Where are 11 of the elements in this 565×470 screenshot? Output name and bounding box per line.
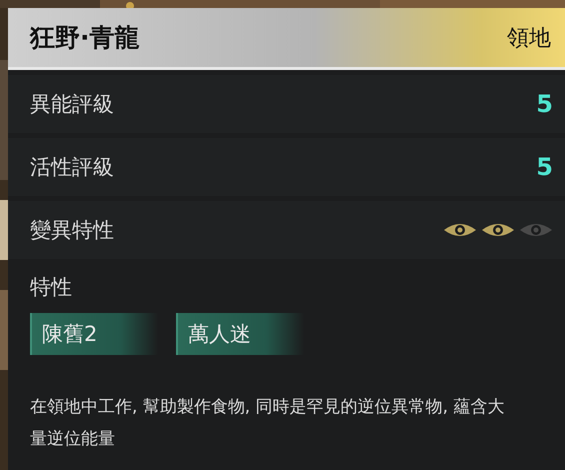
stat-value: 5 xyxy=(536,90,553,118)
trait-tag: 陳舊2 xyxy=(30,313,158,355)
stat-value: 5 xyxy=(536,153,553,181)
description-text: 在領地中工作, 幫助製作食物, 同時是罕見的逆位異常物, 蘊含大量逆位能量 xyxy=(30,396,505,451)
item-title: 狂野·青龍 xyxy=(30,22,140,54)
stat-label: 活性評級 xyxy=(30,154,114,181)
stat-label: 異能評級 xyxy=(30,91,114,118)
trait-tag: 萬人迷 xyxy=(176,313,304,355)
category-label: 領地 xyxy=(507,24,551,52)
traits-label: 特性 xyxy=(30,274,73,301)
mutation-label: 變異特性 xyxy=(30,217,114,244)
